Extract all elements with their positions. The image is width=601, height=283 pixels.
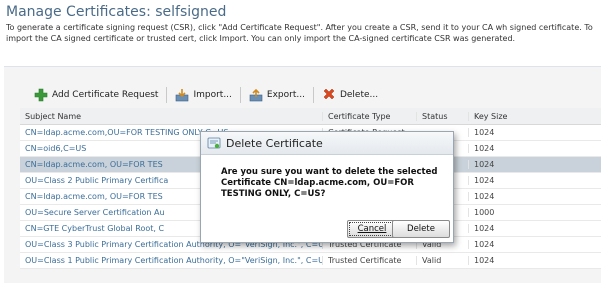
column-header-subject-name[interactable]: Subject Name xyxy=(20,112,322,121)
column-header-certificate-type[interactable]: Certificate Type xyxy=(322,111,416,121)
key-size-cell: 1024 xyxy=(468,256,528,265)
delete-button[interactable]: Delete... xyxy=(316,86,384,104)
cancel-button[interactable]: Cancel xyxy=(347,220,397,238)
key-size-cell: 1024 xyxy=(468,160,528,169)
certificate-icon xyxy=(207,136,221,150)
dialog-title-bar[interactable]: Delete Certificate xyxy=(201,132,453,155)
add-certificate-request-button[interactable]: Add Certificate Request xyxy=(28,86,164,104)
key-size-cell: 1024 xyxy=(468,176,528,185)
toolbar: Add Certificate Request Import... Export… xyxy=(28,84,384,106)
column-header-key-size[interactable]: Key Size xyxy=(468,111,528,121)
add-certificate-request-label: Add Certificate Request xyxy=(52,90,159,100)
confirm-delete-button[interactable]: Delete xyxy=(392,220,450,238)
delete-certificate-dialog: Delete Certificate Are you sure you want… xyxy=(200,131,454,243)
key-size-cell: 1024 xyxy=(468,224,528,233)
key-size-cell: 1024 xyxy=(468,240,528,249)
export-icon xyxy=(249,88,263,102)
page-title: Manage Certificates: selfsigned xyxy=(6,4,227,20)
dialog-title: Delete Certificate xyxy=(226,136,323,150)
import-button[interactable]: Import... xyxy=(169,86,237,104)
page-description: To generate a certificate signing reques… xyxy=(6,23,593,43)
key-size-cell: 1024 xyxy=(468,192,528,201)
certificate-type-cell: Trusted Certificate xyxy=(322,256,416,265)
status-cell: Valid xyxy=(416,256,468,265)
subject-name-cell[interactable]: OU=Class 1 Public Primary Certification … xyxy=(20,256,322,265)
import-label: Import... xyxy=(193,90,232,100)
export-button[interactable]: Export... xyxy=(243,86,311,104)
import-icon xyxy=(175,88,189,102)
table-row[interactable]: OU=Class 1 Public Primary Certification … xyxy=(20,253,601,269)
delete-label: Delete... xyxy=(339,90,379,100)
toolbar-separator xyxy=(166,87,168,103)
delete-icon xyxy=(322,88,336,102)
table-header-row: Subject Name Certificate Type Status Key… xyxy=(20,108,601,125)
export-label: Export... xyxy=(266,90,305,100)
toolbar-separator xyxy=(312,87,314,103)
toolbar-separator xyxy=(239,87,241,103)
key-size-cell: 1000 xyxy=(468,208,528,217)
column-header-status[interactable]: Status xyxy=(416,111,468,121)
add-icon xyxy=(34,88,48,102)
key-size-cell: 1024 xyxy=(468,144,528,153)
key-size-cell: 1024 xyxy=(468,128,528,137)
dialog-message: Are you sure you want to delete the sele… xyxy=(221,167,438,199)
